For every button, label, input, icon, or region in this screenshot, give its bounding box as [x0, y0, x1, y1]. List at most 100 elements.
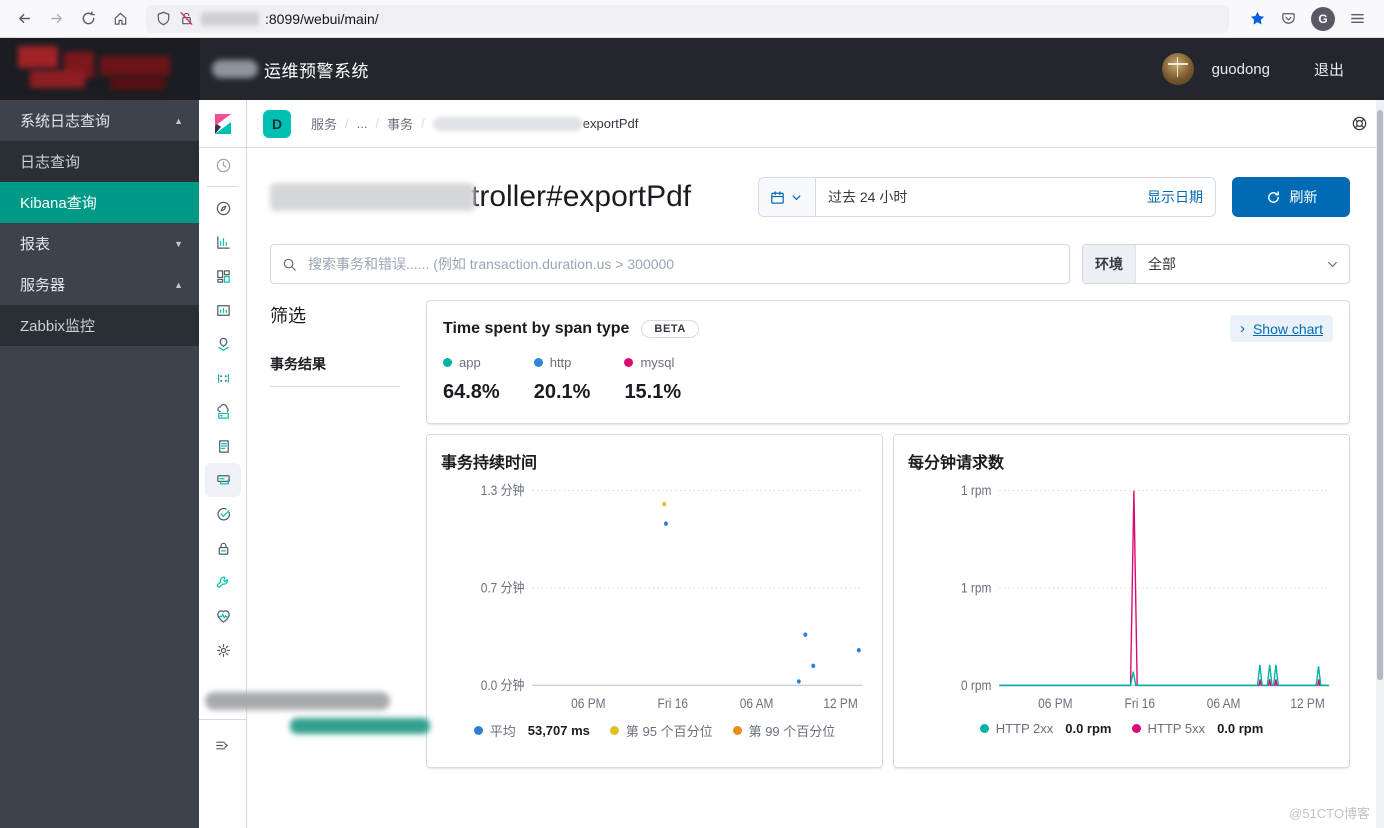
menu-icon[interactable]	[1349, 10, 1366, 27]
censored-footer-text	[205, 692, 390, 710]
sidebar-item-服务器[interactable]: 服务器 ▲	[0, 264, 199, 305]
search-icon	[281, 256, 298, 273]
show-chart-link[interactable]: › Show chart	[1229, 315, 1333, 342]
show-dates-button[interactable]: 显示日期	[1135, 187, 1215, 207]
metrics-icon[interactable]	[199, 395, 247, 429]
quick-select-button[interactable]	[759, 178, 816, 216]
logs-icon[interactable]	[199, 429, 247, 463]
legend-item: 平均 53,707 ms	[473, 721, 590, 740]
date-range-value[interactable]: 过去 24 小时	[816, 187, 1135, 207]
censored-breadcrumb	[432, 116, 583, 131]
refresh-button[interactable]: 刷新	[1232, 177, 1350, 217]
forward-icon[interactable]	[42, 5, 70, 33]
transaction-result-heading: 事务结果	[270, 354, 400, 387]
discover-icon[interactable]	[199, 191, 247, 225]
breadcrumb-current: exportPdf	[582, 116, 639, 131]
sidebar-item-label: 日志查询	[20, 154, 81, 171]
scrollbar-thumb[interactable]	[1377, 110, 1383, 680]
breadcrumb-link[interactable]: 服务	[311, 114, 337, 133]
back-icon[interactable]	[10, 5, 38, 33]
chart-plot: 1.3 分钟 0.7 分钟 0.0 分钟 06 PM Fri 16 06 AM 12 PM	[481, 482, 863, 711]
refresh-icon	[1265, 189, 1282, 206]
insecure-lock-icon[interactable]	[178, 10, 195, 27]
sidebar-item-日志查询[interactable]: 日志查询	[0, 141, 199, 182]
logout-button[interactable]: 退出	[1314, 59, 1344, 80]
caret-down-icon: ▼	[174, 238, 183, 249]
svg-text:0 rpm: 0 rpm	[961, 677, 991, 693]
date-picker[interactable]: 过去 24 小时 显示日期	[758, 177, 1216, 217]
span-type-label: app	[459, 355, 481, 370]
devtools-icon[interactable]	[199, 565, 247, 599]
breadcrumb-link[interactable]: ...	[357, 116, 368, 131]
svg-text:12 PM: 12 PM	[823, 695, 857, 711]
pocket-icon[interactable]	[1280, 10, 1297, 27]
recent-clock-icon[interactable]	[199, 148, 247, 182]
space-avatar[interactable]: D	[263, 109, 291, 138]
censored-footer-bar	[290, 718, 430, 734]
bookmark-star-icon[interactable]	[1249, 10, 1266, 27]
chart-legend: 平均 53,707 ms 第 95 个百分位第 99 个百分位	[441, 721, 868, 740]
sidebar-item-报表[interactable]: 报表 ▼	[0, 223, 199, 264]
shield-icon[interactable]	[155, 10, 172, 27]
svg-text:1 rpm: 1 rpm	[961, 580, 991, 596]
siem-icon[interactable]	[199, 531, 247, 565]
sidebar-item-Zabbix监控[interactable]: Zabbix监控	[0, 305, 199, 346]
filters-column: 筛选 事务结果	[270, 300, 420, 387]
collapse-icon[interactable]	[199, 728, 246, 762]
legend-item: 第 99 个百分位	[732, 721, 835, 740]
sidebar-item-label: 服务器	[20, 277, 66, 294]
monitoring-icon[interactable]	[199, 599, 247, 633]
breadcrumb-link[interactable]: 事务	[387, 114, 413, 133]
span-type-percent: 20.1%	[533, 381, 591, 403]
ml-icon[interactable]	[199, 361, 247, 395]
management-icon[interactable]	[199, 633, 247, 667]
dashboard-icon[interactable]	[199, 259, 247, 293]
kibana-logo[interactable]	[199, 100, 246, 148]
visualize-icon[interactable]	[199, 225, 247, 259]
legend-dot-icon	[609, 726, 619, 735]
span-type-mysql: mysql 15.1%	[624, 355, 681, 404]
watermark: @51CTO博客	[1289, 806, 1370, 821]
user-avatar	[1161, 53, 1194, 85]
canvas-icon[interactable]	[199, 293, 247, 327]
maps-icon[interactable]	[199, 327, 247, 361]
svg-text:06 AM: 06 AM	[1207, 695, 1241, 711]
span-type-panel: Time spent by span type BETA › Show chart…	[426, 300, 1350, 424]
span-type-label: mysql	[640, 355, 675, 370]
chart-plot: 1 rpm 1 rpm 0 rpm 06 PM Fri 16 06 AM 12 PM	[961, 482, 1330, 711]
legend-dot-icon	[732, 726, 742, 735]
scrollbar	[1376, 100, 1384, 828]
search-box[interactable]	[270, 244, 1070, 284]
search-input[interactable]	[306, 255, 1059, 273]
sidebar-item-Kibana查询[interactable]: Kibana查询	[0, 182, 199, 223]
span-type-app: app 64.8%	[443, 355, 500, 404]
sidebar-item-label: 系统日志查询	[20, 113, 111, 130]
svg-text:12 PM: 12 PM	[1290, 695, 1324, 711]
censored-title-part	[270, 183, 475, 211]
page-title: troller#exportPdf	[270, 180, 742, 214]
app-title: 运维预警系统	[264, 61, 369, 81]
home-icon[interactable]	[106, 5, 134, 33]
screen: :8099/webui/main/ G 运维预警系统 guodong 退出 系统…	[0, 0, 1384, 828]
uptime-icon[interactable]	[199, 497, 247, 531]
svg-text:06 PM: 06 PM	[571, 695, 605, 711]
username: guodong	[1211, 60, 1270, 78]
toolbar-right: G	[1241, 6, 1374, 31]
apm-icon[interactable]	[205, 463, 241, 497]
url-text: :8099/webui/main/	[265, 10, 379, 27]
chart-title: 事务持续时间	[441, 455, 538, 472]
environment-select[interactable]: 环境 全部	[1082, 244, 1350, 284]
reload-icon[interactable]	[74, 5, 102, 33]
caret-up-icon: ▲	[174, 279, 183, 290]
help-icon[interactable]	[1351, 115, 1368, 132]
sidebar-item-系统日志查询[interactable]: 系统日志查询 ▲	[0, 100, 199, 141]
chart-title: 每分钟请求数	[908, 455, 1005, 472]
kibana-nav-rail	[199, 100, 247, 828]
censored-logo	[0, 38, 200, 100]
app-sidebar: 系统日志查询 ▲ 日志查询 Kibana查询 报表 ▼ 服务器 ▲ Zabbix监控	[0, 100, 199, 828]
chart-card: 每分钟请求数 1 rpm 1 rpm 0 rpm 06 PM Fri 16 06 AM 12…	[893, 434, 1350, 768]
chart-card: 事务持续时间 1.3 分钟 0.7 分钟 0.0 分钟 06 PM Fri 16 06 A…	[426, 434, 883, 768]
account-avatar[interactable]: G	[1311, 6, 1335, 31]
url-bar[interactable]: :8099/webui/main/	[146, 4, 1229, 33]
legend-dot-icon	[533, 358, 543, 367]
